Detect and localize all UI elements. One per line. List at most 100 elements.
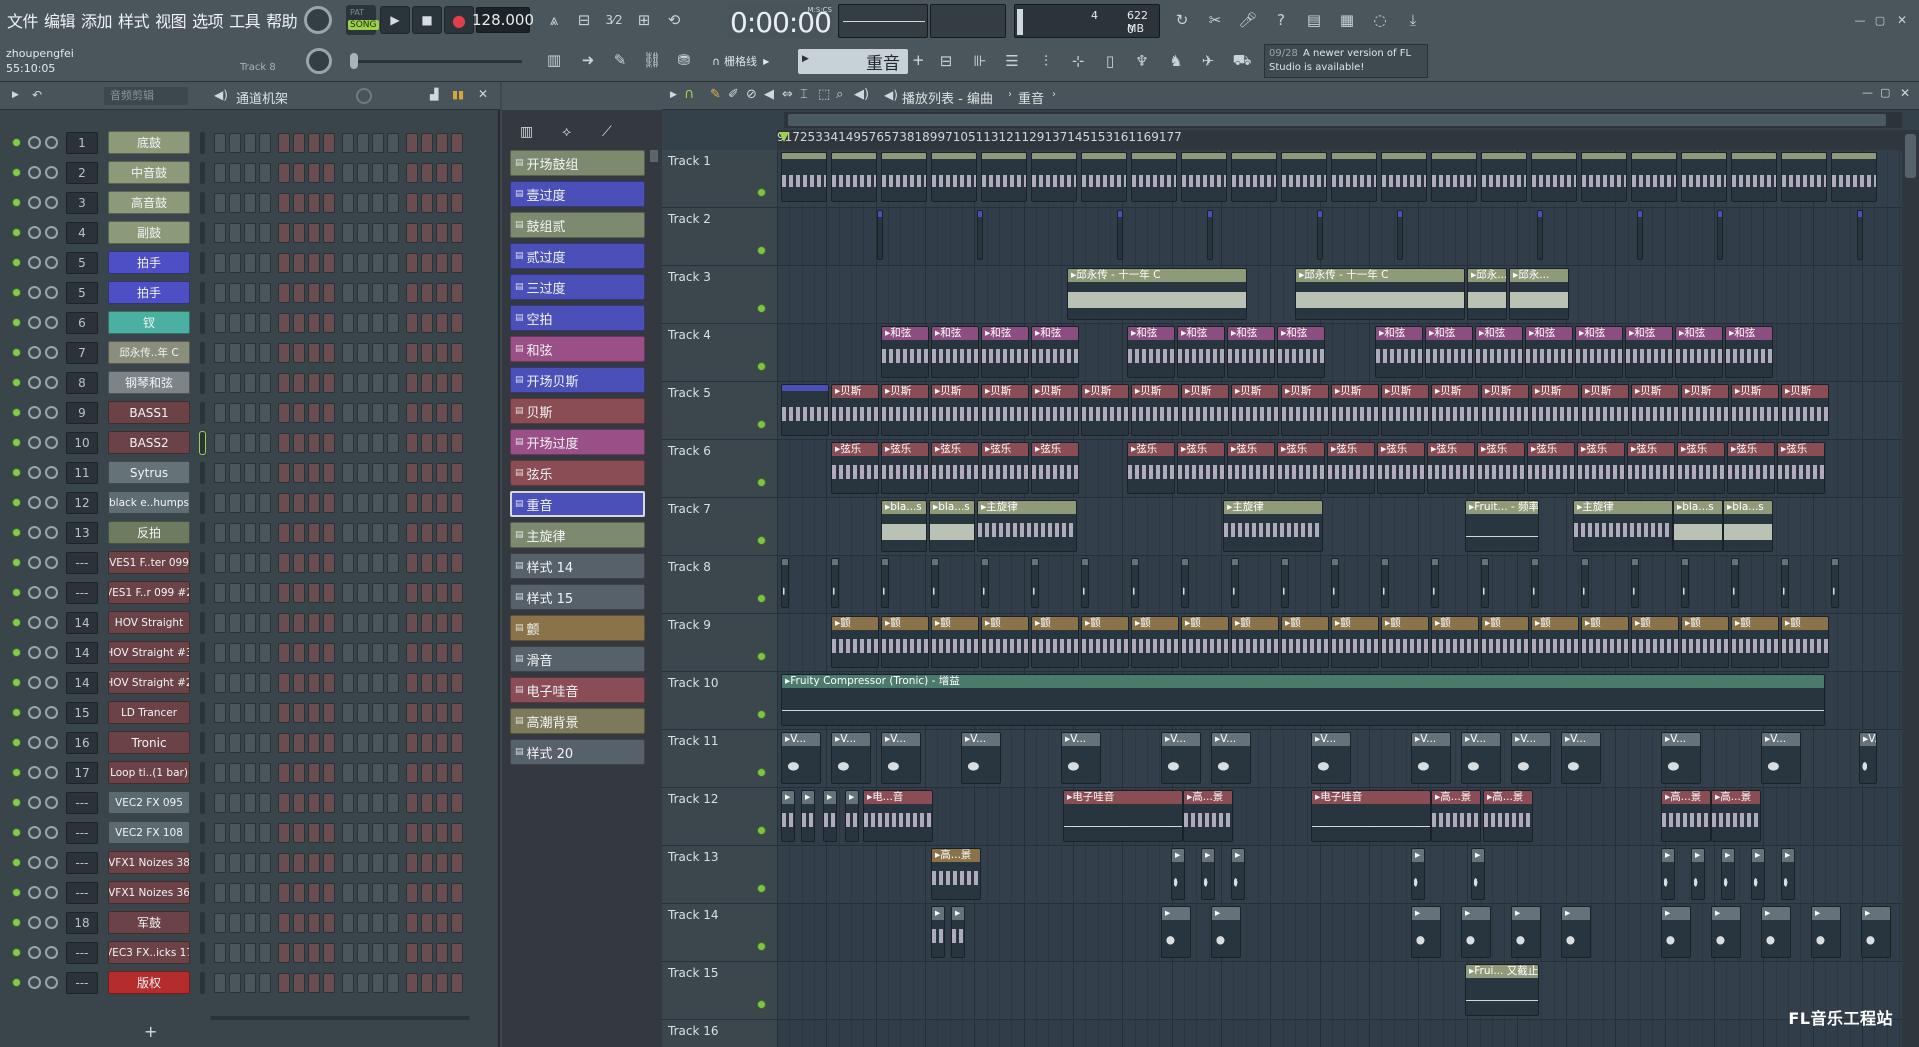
playlist-maximize-icon[interactable]: ▢	[1880, 86, 1890, 99]
step-button[interactable]	[342, 673, 354, 693]
channel-mute-led[interactable]	[12, 978, 21, 987]
channel-mixer-track[interactable]: 13	[66, 522, 98, 544]
playlist-clip[interactable]: ▸邱永...	[1509, 268, 1569, 320]
channel-mute-led[interactable]	[12, 708, 21, 717]
step-button[interactable]	[229, 613, 241, 633]
channel-pan-knob[interactable]	[28, 886, 41, 899]
step-button[interactable]	[229, 973, 241, 993]
step-button[interactable]	[229, 733, 241, 753]
step-button[interactable]	[372, 613, 384, 633]
playlist-clip[interactable]	[1831, 558, 1839, 608]
channel-select-indicator[interactable]	[200, 792, 205, 814]
step-button[interactable]	[357, 673, 369, 693]
step-button[interactable]	[372, 883, 384, 903]
track-mute-led[interactable]	[757, 246, 766, 255]
channel-pan-knob[interactable]	[28, 676, 41, 689]
step-button[interactable]	[293, 433, 305, 453]
channel-mute-led[interactable]	[12, 798, 21, 807]
channel-select-indicator[interactable]	[200, 732, 205, 754]
channel-mixer-track[interactable]: 14	[66, 672, 98, 694]
metronome-icon[interactable]: ⩓	[542, 8, 566, 32]
step-button[interactable]	[259, 373, 271, 393]
playlist-clip[interactable]: ▸	[1811, 906, 1841, 958]
step-button[interactable]	[372, 973, 384, 993]
playlist-clip[interactable]: ▸主旋律	[1573, 500, 1673, 552]
step-button[interactable]	[323, 433, 335, 453]
channel-volume-knob[interactable]	[45, 256, 58, 269]
step-button[interactable]	[357, 913, 369, 933]
step-button[interactable]	[293, 253, 305, 273]
countdown-icon[interactable]: 3⁄2	[602, 8, 626, 32]
step-button[interactable]	[342, 793, 354, 813]
channel-select-indicator[interactable]	[200, 972, 205, 994]
playlist-clip[interactable]: ▸贝斯	[1131, 384, 1179, 436]
step-button[interactable]	[436, 583, 448, 603]
step-button[interactable]	[308, 733, 320, 753]
step-button[interactable]	[308, 943, 320, 963]
step-button[interactable]	[259, 943, 271, 963]
step-button[interactable]	[244, 373, 256, 393]
step-button[interactable]	[323, 763, 335, 783]
playlist-clip[interactable]	[981, 152, 1027, 202]
menu-patterns[interactable]: 样式	[115, 6, 152, 34]
rack-menu-icon[interactable]: ▶	[12, 90, 19, 100]
channel-pan-knob[interactable]	[28, 436, 41, 449]
step-button[interactable]	[278, 403, 290, 423]
playlist-clip[interactable]: ▸和弦	[1425, 326, 1473, 378]
channel-pan-knob[interactable]	[28, 496, 41, 509]
step-button[interactable]	[214, 793, 226, 813]
vertical-scrollbar[interactable]	[1902, 130, 1919, 1047]
track-mute-led[interactable]	[757, 710, 766, 719]
step-button[interactable]	[308, 193, 320, 213]
playlist-clip[interactable]: ▸邱永...	[1467, 268, 1507, 320]
step-button[interactable]	[357, 523, 369, 543]
playlist-icon[interactable]: ⊟	[934, 49, 958, 73]
playlist-clip[interactable]	[1481, 558, 1489, 608]
playlist-clip[interactable]: ▸弦乐	[1777, 442, 1825, 494]
channel-name-button[interactable]: VEC2 FX 108	[108, 821, 190, 844]
pattern-item[interactable]: ▤ 样式 14	[510, 553, 645, 579]
step-button[interactable]	[323, 793, 335, 813]
step-button[interactable]	[259, 253, 271, 273]
step-button[interactable]	[372, 913, 384, 933]
step-button[interactable]	[357, 493, 369, 513]
tempo-display[interactable]: 128.000	[472, 7, 534, 33]
playlist-clip[interactable]: ▸V...	[831, 732, 871, 784]
playlist-clip[interactable]: ▸颤	[1031, 616, 1079, 668]
channel-mixer-track[interactable]: 15	[66, 702, 98, 724]
playlist-clip[interactable]: ▸弦乐	[1577, 442, 1625, 494]
menu-tools[interactable]: 工具	[226, 6, 263, 34]
channel-name-button[interactable]: 钢琴和弦	[108, 371, 190, 394]
step-button[interactable]	[229, 223, 241, 243]
step-button[interactable]	[436, 613, 448, 633]
playlist-clip[interactable]: ▸和弦	[1277, 326, 1325, 378]
channel-name-button[interactable]: VFX1 Noizes 36	[108, 881, 190, 904]
playlist-clip[interactable]: ▸V...	[881, 732, 921, 784]
step-button[interactable]	[259, 613, 271, 633]
browser-icon[interactable]: ▯	[1098, 49, 1122, 73]
step-button[interactable]	[342, 613, 354, 633]
playlist-clip[interactable]: ▸颤	[831, 616, 879, 668]
playlist-clip[interactable]: ▸弦乐	[881, 442, 929, 494]
step-button[interactable]	[293, 703, 305, 723]
step-button[interactable]	[244, 823, 256, 843]
step-button[interactable]	[421, 133, 433, 153]
step-button[interactable]	[323, 313, 335, 333]
channel-mute-led[interactable]	[12, 918, 21, 927]
playlist-clip[interactable]: ▸邱永传 - 十一年 C	[1295, 268, 1465, 320]
channel-pan-knob[interactable]	[28, 736, 41, 749]
step-button[interactable]	[357, 163, 369, 183]
playlist-clip[interactable]	[831, 152, 877, 202]
step-button[interactable]	[293, 763, 305, 783]
step-button[interactable]	[214, 463, 226, 483]
swing-knob[interactable]	[356, 88, 372, 104]
playlist-clip[interactable]	[1857, 210, 1863, 260]
pattern-item[interactable]: ▤ 开场贝斯	[510, 367, 645, 393]
channel-name-button[interactable]: 副鼓	[108, 221, 190, 244]
song-position-display[interactable]: 0:00:00 M:S:CS	[728, 4, 832, 39]
channel-name-button[interactable]: VES1 F..r 099 #2	[108, 581, 190, 604]
track-header[interactable]: Track 14	[662, 904, 777, 962]
step-button[interactable]	[308, 133, 320, 153]
step-button[interactable]	[323, 973, 335, 993]
channel-volume-knob[interactable]	[45, 526, 58, 539]
